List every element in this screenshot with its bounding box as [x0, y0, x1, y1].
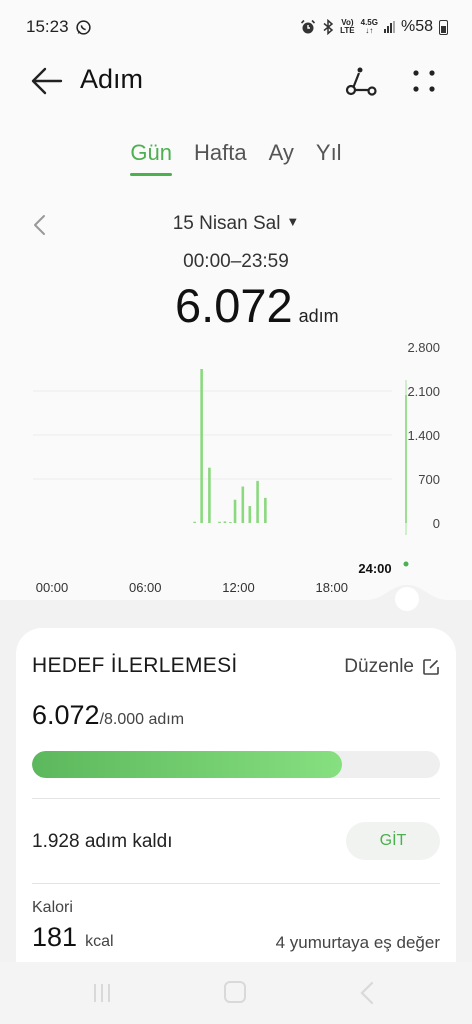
tab-year[interactable]: Yıl [316, 140, 342, 176]
goal-progress-bar [32, 751, 440, 778]
period-tabs: Gün Hafta Ay Yıl [0, 140, 472, 176]
calories-label: Kalori [32, 899, 73, 916]
status-time: 15:23 [26, 17, 69, 36]
nav-back-icon[interactable] [358, 980, 376, 1006]
chart-scroll-handle[interactable] [395, 587, 419, 611]
x-end-label: 24:00 [358, 561, 391, 576]
system-nav-bar [0, 962, 472, 1024]
x-tick-label: 12:00 [222, 580, 255, 595]
total-steps-value: 6.072 [175, 279, 293, 332]
edit-icon [423, 659, 439, 675]
chart-bar [241, 486, 245, 523]
chart-bar [223, 521, 227, 523]
go-button[interactable]: GİT [346, 822, 440, 860]
time-range: 00:00–23:59 [183, 251, 289, 272]
tab-month[interactable]: Ay [269, 140, 294, 176]
goal-target: /8.000 adım [99, 711, 185, 728]
recent-apps-icon[interactable] [92, 982, 112, 1004]
calories-unit: kcal [85, 933, 114, 950]
chart-bar [229, 522, 232, 523]
chart-bar [233, 499, 237, 523]
chart-bar [200, 369, 203, 523]
chart-bar [264, 497, 267, 523]
chart-bar [256, 480, 259, 523]
divider [32, 883, 440, 884]
edit-goal-button[interactable]: Düzenle [344, 656, 440, 678]
total-steps-unit: adım [298, 306, 339, 326]
alarm-icon [301, 19, 316, 34]
chart-grid [33, 390, 392, 480]
tab-day[interactable]: Gün [130, 140, 172, 176]
total-steps: 6.072 adım [175, 278, 339, 333]
whatsapp-icon [75, 19, 91, 35]
route-icon[interactable] [343, 64, 379, 98]
status-bar: 15:23 Vo) LTE 4.5G ↓↑ %58 [26, 14, 448, 40]
date-label: 15 Nisan Sal [172, 213, 281, 234]
x-tick-label: 18:00 [315, 580, 348, 595]
goal-current: 6.072 [32, 700, 100, 730]
calories-equivalent: 4 yumurtaya eş değer [275, 933, 440, 952]
y-tick-label: 1.400 [407, 428, 440, 443]
battery-percent: %58 [400, 18, 433, 35]
app-header: Adım [0, 56, 472, 106]
chart-bar [193, 521, 196, 523]
calories-value: 181 [32, 922, 78, 952]
chart-y-axis: 2.800 2.100 1.400 700 0 [407, 340, 440, 531]
y-tick-label: 0 [433, 516, 440, 531]
chart-bar [218, 521, 221, 523]
calories-value-row: 181 kcal [32, 922, 114, 953]
y-tick-label: 700 [418, 472, 440, 487]
bluetooth-icon [323, 19, 334, 35]
network-indicator: 4.5G ↓↑ [360, 18, 378, 35]
page-title: Adım [80, 64, 144, 94]
date-selector[interactable]: 15 Nisan Sal ▼ [0, 213, 472, 235]
back-arrow-icon[interactable] [30, 66, 64, 96]
volte-indicator: Vo) LTE [340, 18, 355, 35]
steps-remaining: 1.928 adım kaldı [32, 831, 173, 852]
signal-icon [383, 21, 395, 33]
y-tick-label: 2.100 [407, 384, 440, 399]
chart-x-axis: 00:00 06:00 12:00 18:00 24:00 [36, 561, 392, 595]
more-options-icon[interactable] [406, 64, 442, 98]
steps-chart[interactable]: 2.800 2.100 1.400 700 0 00:00 06:00 12:00 18:00… [0, 335, 472, 615]
x-tick-label: 06:00 [129, 580, 162, 595]
x-tick-label: 00:00 [36, 580, 69, 595]
edit-goal-label: Düzenle [344, 656, 414, 677]
goal-progress-fill [32, 751, 342, 778]
goal-progress-value: 6.072 /8.000 adım [32, 700, 184, 731]
caret-down-icon: ▼ [286, 214, 300, 229]
goal-title: HEDEF İLERLEMESİ [32, 654, 238, 677]
y-tick-label: 2.800 [407, 340, 440, 355]
divider [32, 798, 440, 799]
chart-bars [193, 369, 267, 523]
chart-bar [248, 506, 252, 523]
current-time-dot [403, 561, 409, 567]
chart-bar [208, 467, 211, 523]
home-icon[interactable] [224, 981, 246, 1003]
tab-week[interactable]: Hafta [194, 140, 247, 176]
battery-icon [439, 19, 448, 35]
